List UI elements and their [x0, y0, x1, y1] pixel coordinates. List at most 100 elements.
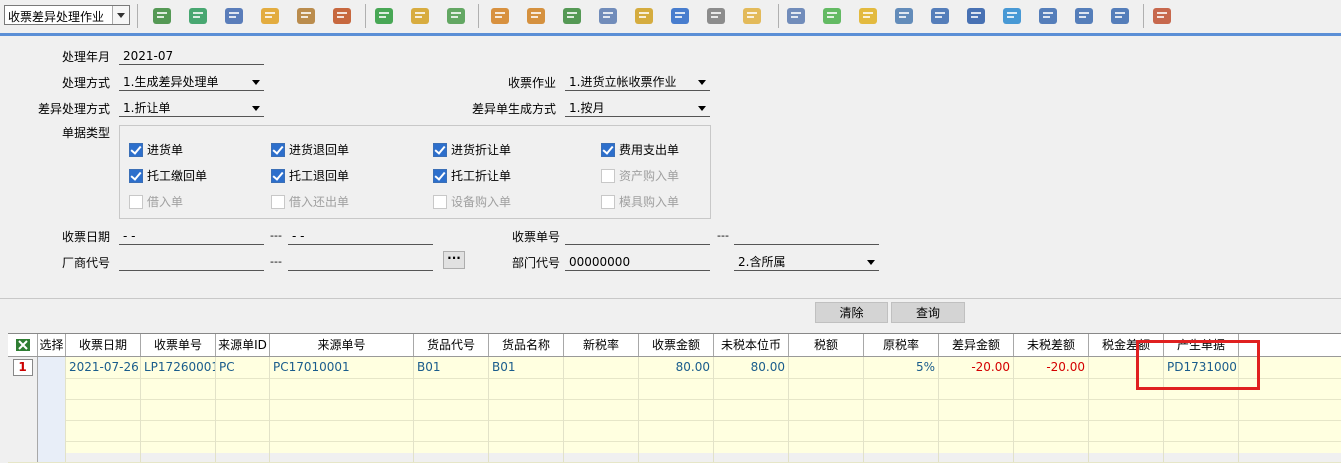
bell-icon[interactable]: [856, 4, 880, 28]
checkbox-icon[interactable]: [601, 143, 615, 157]
checkbox-icon[interactable]: [271, 169, 285, 183]
folder-icon[interactable]: [740, 4, 764, 28]
grid-cell[interactable]: [270, 399, 414, 420]
grid-cell[interactable]: [864, 399, 939, 420]
dept-field[interactable]: 00000000: [565, 253, 710, 271]
period-field[interactable]: 2021-07: [119, 47, 264, 65]
users-icon[interactable]: [524, 4, 548, 28]
checkbox-icon[interactable]: [129, 143, 143, 157]
checkbox-icon[interactable]: [433, 143, 447, 157]
grid-cell[interactable]: [1164, 420, 1239, 441]
grid-header-cell[interactable]: 收票金额: [639, 334, 714, 356]
org-chart-icon[interactable]: [928, 4, 952, 28]
close-icon[interactable]: [1072, 4, 1096, 28]
grid-cell[interactable]: [216, 420, 270, 441]
grid-cell[interactable]: [1089, 399, 1164, 420]
grid-cell[interactable]: [414, 420, 489, 441]
exit-door-icon[interactable]: [1150, 4, 1174, 28]
grid-cell[interactable]: [141, 378, 216, 399]
monitor-icon[interactable]: [964, 4, 988, 28]
dollar-icon[interactable]: [372, 4, 396, 28]
grid-cell[interactable]: [789, 378, 864, 399]
table-row[interactable]: [8, 399, 1341, 421]
grid-cell[interactable]: [66, 378, 141, 399]
calculator-icon[interactable]: [704, 4, 728, 28]
gen-method-select[interactable]: 1.按月: [565, 99, 710, 117]
vendor-to-field[interactable]: [288, 253, 433, 271]
grid-header-cell[interactable]: 原税率: [864, 334, 939, 356]
grid-cell[interactable]: [1164, 399, 1239, 420]
grid-cell[interactable]: [1014, 420, 1089, 441]
row-number[interactable]: 1: [8, 357, 38, 378]
grid-header-cell[interactable]: 未税本位币: [714, 334, 789, 356]
mail-icon[interactable]: [632, 4, 656, 28]
cart-icon[interactable]: [444, 4, 468, 28]
dept-scope-select[interactable]: 2.含所属: [734, 253, 879, 271]
search-icon[interactable]: [892, 4, 916, 28]
money-bag-icon[interactable]: [408, 4, 432, 28]
grid-cell[interactable]: [1014, 378, 1089, 399]
grid-cell[interactable]: [38, 378, 66, 399]
grid-cell[interactable]: PC17010001: [270, 357, 414, 378]
grid-header-cell[interactable]: 差异金额: [939, 334, 1014, 356]
grid-cell[interactable]: B01: [489, 357, 564, 378]
grid-cell[interactable]: [270, 420, 414, 441]
grid-cell[interactable]: PC: [216, 357, 270, 378]
grid-cell[interactable]: [414, 378, 489, 399]
grid-cell[interactable]: [1014, 399, 1089, 420]
clipboard-icon[interactable]: [488, 4, 512, 28]
grid-header-cell[interactable]: 未税差额: [1014, 334, 1089, 356]
receipt-date-to-field[interactable]: - -: [288, 227, 433, 245]
grid-header-cell[interactable]: 来源单ID: [216, 334, 270, 356]
grid-cell[interactable]: [489, 399, 564, 420]
query-button[interactable]: 查询: [891, 302, 965, 323]
grid-cell[interactable]: [714, 420, 789, 441]
computer-icon[interactable]: [222, 4, 246, 28]
excel-export-icon[interactable]: [8, 334, 38, 356]
grid-cell[interactable]: [714, 399, 789, 420]
grid-cell[interactable]: [38, 399, 66, 420]
grid-cell[interactable]: [489, 420, 564, 441]
grid-cell[interactable]: [489, 378, 564, 399]
grid-cell[interactable]: [564, 420, 639, 441]
grid-cell[interactable]: 2021-07-26: [66, 357, 141, 378]
receipt-no-to-field[interactable]: [734, 227, 879, 245]
grid-cell[interactable]: [216, 378, 270, 399]
grid-header-cell[interactable]: 税额: [789, 334, 864, 356]
grid-cell[interactable]: [789, 399, 864, 420]
grid-cell[interactable]: [939, 378, 1014, 399]
grid-cell[interactable]: [639, 420, 714, 441]
checkbox-icon[interactable]: [129, 169, 143, 183]
checkbox-icon[interactable]: [271, 143, 285, 157]
grid-cell[interactable]: [939, 420, 1014, 441]
phone-icon[interactable]: [186, 4, 210, 28]
grid-cell[interactable]: [564, 357, 639, 378]
module-select[interactable]: 收票差异处理作业: [4, 5, 130, 25]
grid-header-cell[interactable]: 货品名称: [489, 334, 564, 356]
grid-header-cell[interactable]: 新税率: [564, 334, 639, 356]
grid-cell[interactable]: [714, 378, 789, 399]
method-select[interactable]: 1.生成差异处理单: [119, 73, 264, 91]
row-number[interactable]: [8, 399, 38, 420]
restore-icon[interactable]: [1108, 4, 1132, 28]
lock-icon[interactable]: [258, 4, 282, 28]
briefcase-icon[interactable]: [294, 4, 318, 28]
grid-cell[interactable]: [564, 399, 639, 420]
row-number[interactable]: [8, 378, 38, 399]
grid-cell[interactable]: [564, 378, 639, 399]
grid-cell[interactable]: [141, 399, 216, 420]
grid-cell[interactable]: [66, 420, 141, 441]
spell-check-icon[interactable]: [150, 4, 174, 28]
exchange-icon[interactable]: [560, 4, 584, 28]
grid-cell[interactable]: [216, 399, 270, 420]
grid-header-cell[interactable]: 收票日期: [66, 334, 141, 356]
grid-cell[interactable]: -20.00: [939, 357, 1014, 378]
grid-cell[interactable]: [639, 378, 714, 399]
grid-header-cell[interactable]: 收票单号: [141, 334, 216, 356]
table-row[interactable]: [8, 441, 1341, 463]
receipt-op-select[interactable]: 1.进货立帐收票作业: [565, 73, 710, 91]
grid-cell[interactable]: [639, 399, 714, 420]
vendor-from-field[interactable]: [119, 253, 264, 271]
receipt-date-from-field[interactable]: - -: [119, 227, 264, 245]
grid-cell[interactable]: [141, 420, 216, 441]
